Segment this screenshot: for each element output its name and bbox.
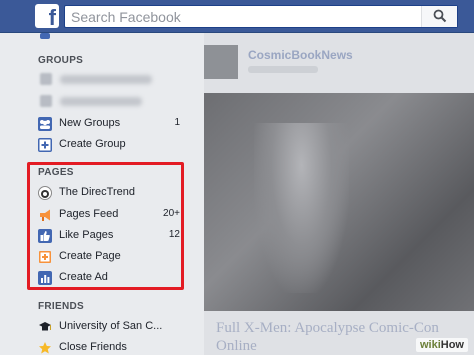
post-timestamp <box>248 66 318 73</box>
blurred-group-name <box>60 75 152 84</box>
search-button[interactable] <box>421 6 457 27</box>
facebook-logo-icon[interactable]: f <box>35 4 59 28</box>
sidebar-item-university-of-san-c[interactable]: University of San C... <box>38 318 188 338</box>
sidebar-item-label: New Groups <box>59 117 121 129</box>
post-page-name[interactable]: CosmicBookNews <box>248 48 353 62</box>
sidebar-item-label: Close Friends <box>59 341 127 353</box>
search-placeholder: Search Facebook <box>71 9 181 25</box>
sidebar-item-close-friends[interactable]: Close Friends <box>38 339 188 355</box>
search-icon <box>433 9 447 23</box>
graduation-cap-icon <box>38 320 52 334</box>
page-avatar[interactable] <box>204 45 238 79</box>
sidebar-item-label: Create Group <box>59 138 126 150</box>
groups-section-title: GROUPS <box>38 55 84 66</box>
wikihow-watermark: wikiHow <box>415 338 468 352</box>
top-bar: f Search Facebook <box>0 0 474 33</box>
friends-section-title: FRIENDS <box>38 301 84 312</box>
group-avatar-icon <box>40 73 52 85</box>
groups-icon <box>38 117 52 131</box>
sidebar-item-label: University of San C... <box>59 320 163 332</box>
star-icon <box>38 341 52 355</box>
post-image-figure <box>254 123 349 293</box>
watermark-part-how: How <box>440 339 464 351</box>
count-badge: 1 <box>174 117 180 128</box>
watermark-part-wiki: wiki <box>419 339 441 351</box>
sidebar-item-create-group[interactable]: Create Group <box>38 136 188 156</box>
sidebar-item-new-groups[interactable]: New Groups 1 <box>38 115 188 135</box>
news-feed: CosmicBookNews Full X-Men: Apocalypse Co… <box>204 33 474 355</box>
plus-icon <box>38 138 52 152</box>
blurred-group-name <box>60 97 142 106</box>
pages-highlight-box <box>27 162 184 290</box>
group-avatar-icon <box>40 95 52 107</box>
truncated-item-icon <box>40 33 50 39</box>
search-input[interactable]: Search Facebook <box>64 5 458 28</box>
